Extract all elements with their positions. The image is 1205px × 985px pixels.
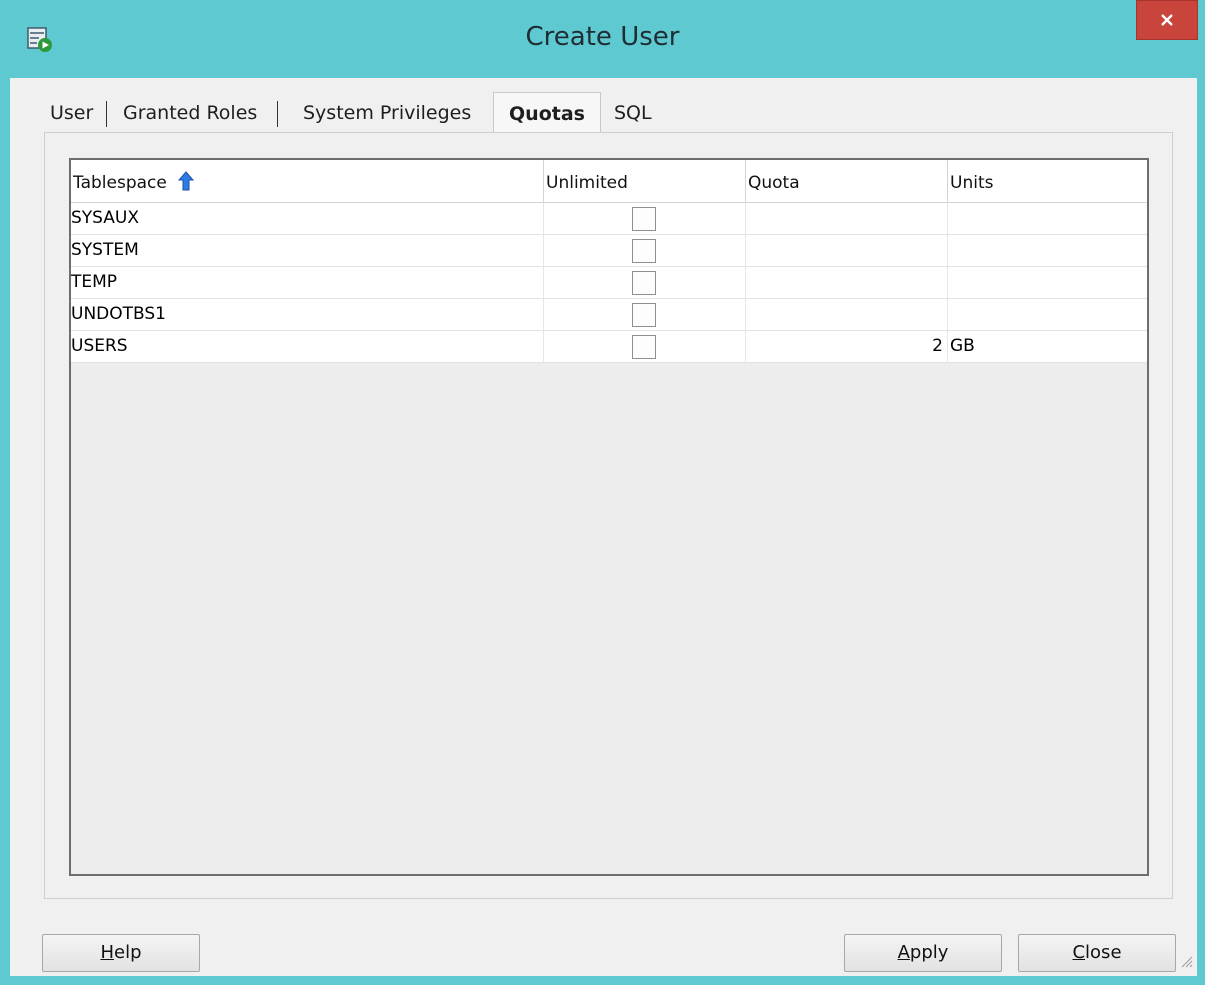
table-row[interactable]: SYSTEM xyxy=(71,235,1147,267)
tab-granted-roles[interactable]: Granted Roles xyxy=(123,92,257,134)
table-row[interactable]: USERS 2 GB xyxy=(71,331,1147,363)
quota-cell[interactable] xyxy=(746,203,948,235)
tab-user[interactable]: User xyxy=(50,92,93,134)
help-button[interactable]: Help xyxy=(42,934,200,972)
apply-button[interactable]: Apply xyxy=(844,934,1002,972)
create-user-dialog: Create User User Granted Roles System Pr… xyxy=(0,0,1205,985)
unlimited-checkbox[interactable] xyxy=(632,335,656,359)
column-header-tablespace[interactable]: Tablespace xyxy=(71,160,544,203)
quotas-table: Tablespace Unlimited Quota Units SYSAUX xyxy=(69,158,1149,876)
tablespace-cell: SYSAUX xyxy=(71,203,544,235)
units-cell[interactable] xyxy=(948,267,1147,299)
tab-quotas[interactable]: Quotas xyxy=(493,92,601,134)
unlimited-cell xyxy=(544,331,746,363)
column-header-unlimited[interactable]: Unlimited xyxy=(544,160,746,203)
units-cell[interactable] xyxy=(948,203,1147,235)
table-row[interactable]: UNDOTBS1 xyxy=(71,299,1147,331)
window-title: Create User xyxy=(525,22,680,52)
unlimited-cell xyxy=(544,235,746,267)
column-header-units[interactable]: Units xyxy=(948,160,1147,203)
quota-cell[interactable]: 2 xyxy=(746,331,948,363)
tablespace-cell: TEMP xyxy=(71,267,544,299)
tablespace-cell: USERS xyxy=(71,331,544,363)
table-row[interactable]: SYSAUX xyxy=(71,203,1147,235)
unlimited-cell xyxy=(544,299,746,331)
units-cell[interactable] xyxy=(948,299,1147,331)
column-header-quota[interactable]: Quota xyxy=(746,160,948,203)
close-icon xyxy=(1159,12,1175,28)
title-bar[interactable]: Create User xyxy=(0,0,1205,78)
tablespace-cell: UNDOTBS1 xyxy=(71,299,544,331)
unlimited-checkbox[interactable] xyxy=(632,271,656,295)
resize-grip-icon[interactable] xyxy=(1179,953,1193,972)
dialog-body: User Granted Roles System Privileges Quo… xyxy=(10,78,1197,976)
unlimited-cell xyxy=(544,203,746,235)
tab-system-privileges[interactable]: System Privileges xyxy=(303,92,471,134)
tab-bar: User Granted Roles System Privileges Quo… xyxy=(10,92,710,134)
table-header: Tablespace Unlimited Quota Units xyxy=(71,160,1147,203)
quota-cell[interactable] xyxy=(746,267,948,299)
quotas-panel: Tablespace Unlimited Quota Units SYSAUX xyxy=(44,132,1173,899)
tab-separator xyxy=(277,101,278,127)
close-window-button[interactable] xyxy=(1136,0,1198,40)
quota-cell[interactable] xyxy=(746,299,948,331)
close-button[interactable]: Close xyxy=(1018,934,1176,972)
unlimited-checkbox[interactable] xyxy=(632,207,656,231)
units-cell[interactable]: GB xyxy=(948,331,1147,363)
tab-separator xyxy=(106,101,107,127)
unlimited-checkbox[interactable] xyxy=(632,239,656,263)
unlimited-checkbox[interactable] xyxy=(632,303,656,327)
table-row[interactable]: TEMP xyxy=(71,267,1147,299)
units-cell[interactable] xyxy=(948,235,1147,267)
tablespace-cell: SYSTEM xyxy=(71,235,544,267)
quota-cell[interactable] xyxy=(746,235,948,267)
unlimited-cell xyxy=(544,267,746,299)
tab-sql[interactable]: SQL xyxy=(614,92,652,134)
